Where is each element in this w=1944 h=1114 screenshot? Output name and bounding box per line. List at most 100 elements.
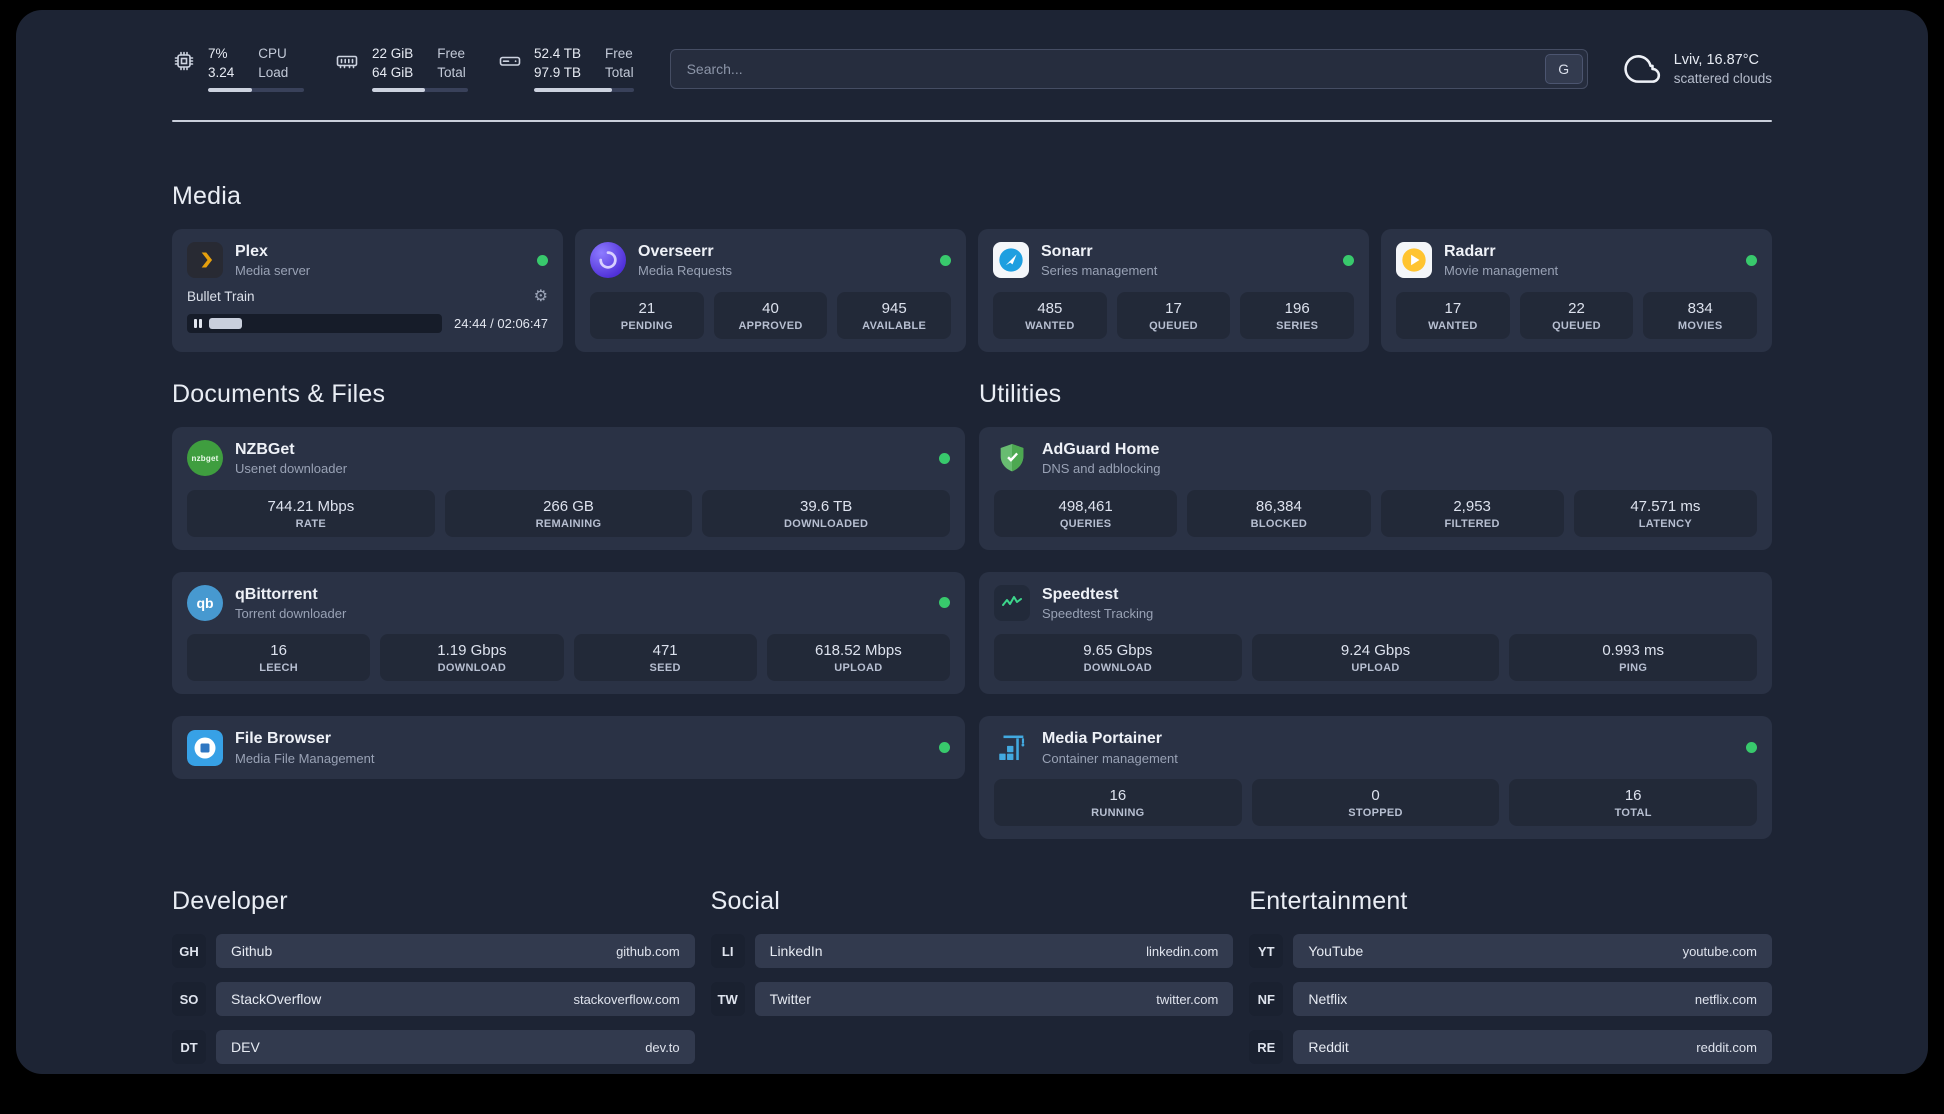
reddit-icon[interactable]: RE — [1249, 1030, 1284, 1065]
section-title-developer: Developer — [172, 887, 288, 916]
sonarr-header: Sonarr Series management — [993, 242, 1354, 279]
bookmark-link-youtube[interactable]: YouTube youtube.com — [1293, 934, 1772, 969]
stat-downloaded: 39.6 TB DOWNLOADED — [702, 489, 951, 537]
bookmark-url: dev.to — [645, 1039, 680, 1055]
stackoverflow-icon[interactable]: SO — [172, 982, 206, 1017]
section-utilities: Utilities AdGuard Home DNS and adblockin… — [979, 380, 1772, 840]
disk-free-value: 52.4 TB — [534, 46, 582, 61]
cpu-values-row: 7% 3.24 CPU Load — [208, 46, 304, 80]
app-card-adguard[interactable]: AdGuard Home DNS and adblocking 498,461 … — [979, 426, 1772, 550]
bookmark-link-dev[interactable]: DEV dev.to — [216, 1030, 695, 1065]
app-subtitle: Torrent downloader — [235, 605, 347, 621]
stat-value: 0 — [1371, 787, 1380, 805]
plex-seek-bar[interactable] — [187, 313, 443, 333]
app-card-nzbget[interactable]: nzbget NZBGet Usenet downloader 744.21 M… — [172, 426, 965, 550]
app-card-sonarr[interactable]: Sonarr Series management 485 WANTED 17 Q… — [978, 229, 1369, 352]
stat-upload: 9.24 Gbps UPLOAD — [1251, 634, 1500, 682]
stat-label: LEECH — [259, 662, 299, 675]
bookmark-url: netflix.com — [1694, 991, 1757, 1007]
app-name: Overseerr — [638, 243, 714, 261]
plex-now-playing-row: Bullet Train ⚙ — [187, 288, 548, 305]
ram-values-row: 22 GiB 64 GiB Free Total — [372, 46, 468, 80]
stat-label: MOVIES — [1677, 319, 1723, 332]
speedtest-header: Speedtest Speedtest Tracking — [994, 584, 1757, 622]
stat-latency: 47.571 ms LATENCY — [1573, 489, 1757, 537]
status-dot — [939, 452, 950, 464]
stat-label: RUNNING — [1091, 807, 1145, 820]
bookmark-link-github[interactable]: Github github.com — [216, 934, 695, 969]
bookmark-link-netflix[interactable]: Netflix netflix.com — [1293, 982, 1772, 1017]
status-dot — [940, 254, 951, 266]
nzbget-icon: nzbget — [187, 440, 223, 477]
cpu-usage-bar — [208, 88, 304, 93]
bookmark-name: Netflix — [1308, 991, 1348, 1008]
qbittorrent-titles: qBittorrent Torrent downloader — [235, 585, 346, 622]
app-card-portainer[interactable]: Media Portainer Container management 16 … — [979, 716, 1772, 840]
stat-remaining: 266 GB REMAINING — [444, 489, 693, 537]
sonarr-icon — [993, 242, 1029, 279]
speedtest-titles: Speedtest Speedtest Tracking — [1042, 585, 1153, 622]
radarr-header: Radarr Movie management — [1396, 242, 1757, 279]
stat-value: 9.24 Gbps — [1340, 642, 1411, 660]
stat-label: APPROVED — [738, 319, 803, 332]
nzbget-icon-label: nzbget — [191, 453, 219, 463]
app-card-speedtest[interactable]: Speedtest Speedtest Tracking 9.65 Gbps D… — [979, 571, 1772, 695]
search-engine-button[interactable]: G — [1544, 54, 1583, 85]
adguard-stats: 498,461 QUERIES 86,384 BLOCKED 2,953 FIL… — [994, 489, 1757, 537]
plex-titles: Plex Media server — [235, 242, 310, 279]
stat-ping: 0.993 ms PING — [1509, 634, 1758, 682]
youtube-icon[interactable]: YT — [1249, 934, 1284, 969]
app-card-radarr[interactable]: Radarr Movie management 17 WANTED 22 QUE… — [1381, 229, 1772, 352]
bookmark-link-reddit[interactable]: Reddit reddit.com — [1293, 1030, 1772, 1065]
stat-label: DOWNLOADED — [784, 517, 869, 530]
bookmark-url: github.com — [616, 943, 680, 959]
app-card-overseerr[interactable]: Overseerr Media Requests 21 PENDING 40 A… — [575, 229, 966, 352]
media-cards-grid: Plex Media server Bullet Train ⚙ 24:44 /… — [172, 229, 1772, 352]
app-card-plex[interactable]: Plex Media server Bullet Train ⚙ 24:44 /… — [172, 229, 563, 352]
bookmark-row-dev: DT DEV dev.to — [172, 1030, 695, 1065]
pause-icon[interactable] — [194, 318, 202, 328]
stat-download: 9.65 Gbps DOWNLOAD — [994, 634, 1242, 682]
stat-queries: 498,461 QUERIES — [994, 489, 1178, 537]
stat-label: UPLOAD — [834, 662, 883, 675]
bookmark-row-reddit: RE Reddit reddit.com — [1249, 1030, 1772, 1065]
nzbget-stats: 744.21 Mbps RATE 266 GB REMAINING 39.6 T… — [187, 489, 951, 537]
stat-value: 16 — [1624, 787, 1642, 805]
speedtest-pulse-icon — [994, 584, 1030, 621]
stat-label: TOTAL — [1614, 807, 1652, 820]
stat-value: 266 GB — [543, 497, 594, 515]
stat-download: 1.19 Gbps DOWNLOAD — [380, 634, 564, 682]
app-card-qbittorrent[interactable]: qb qBittorrent Torrent downloader 16 LEE… — [172, 571, 965, 695]
section-title-entertainment: Entertainment — [1249, 887, 1408, 916]
section-media: Media Plex Media server Bullet Train ⚙ 2… — [172, 182, 1772, 352]
plex-now-playing-title: Bullet Train — [187, 289, 255, 305]
stat-value: 17 — [1444, 299, 1462, 317]
overseerr-stats: 21 PENDING 40 APPROVED 945 AVAILABLE — [590, 291, 952, 339]
dev-icon[interactable]: DT — [172, 1030, 206, 1065]
stat-value: 9.65 Gbps — [1083, 642, 1153, 660]
search-input[interactable] — [669, 49, 1588, 90]
netflix-icon[interactable]: NF — [1249, 982, 1284, 1017]
app-card-filebrowser[interactable]: File Browser Media File Management — [172, 716, 965, 780]
status-dot — [1746, 254, 1757, 266]
stat-label: REMAINING — [535, 517, 602, 530]
radarr-stats: 17 WANTED 22 QUEUED 834 MOVIES — [1396, 291, 1758, 339]
twitter-icon[interactable]: TW — [710, 982, 745, 1017]
bookmark-link-twitter[interactable]: Twitter twitter.com — [754, 982, 1234, 1017]
bookmark-row-netflix: NF Netflix netflix.com — [1249, 982, 1772, 1017]
stat-filtered: 2,953 FILTERED — [1380, 489, 1564, 537]
ram-metric-body: 22 GiB 64 GiB Free Total — [372, 46, 468, 93]
gear-icon[interactable]: ⚙ — [534, 288, 548, 305]
cpu-labels: CPU Load — [258, 46, 288, 80]
github-icon[interactable]: GH — [172, 934, 206, 969]
documents-cards: nzbget NZBGet Usenet downloader 744.21 M… — [172, 426, 965, 780]
bookmark-name: DEV — [231, 1039, 260, 1056]
linkedin-icon[interactable]: LI — [710, 934, 745, 969]
stat-value: 16 — [270, 642, 287, 660]
stat-label: WANTED — [1025, 319, 1075, 332]
stat-value: 945 — [881, 299, 907, 317]
bookmark-link-linkedin[interactable]: LinkedIn linkedin.com — [754, 934, 1234, 969]
ram-free-label: Free — [437, 46, 466, 61]
bookmark-link-stackoverflow[interactable]: StackOverflow stackoverflow.com — [216, 982, 695, 1017]
stat-label: QUEUED — [1149, 319, 1198, 332]
